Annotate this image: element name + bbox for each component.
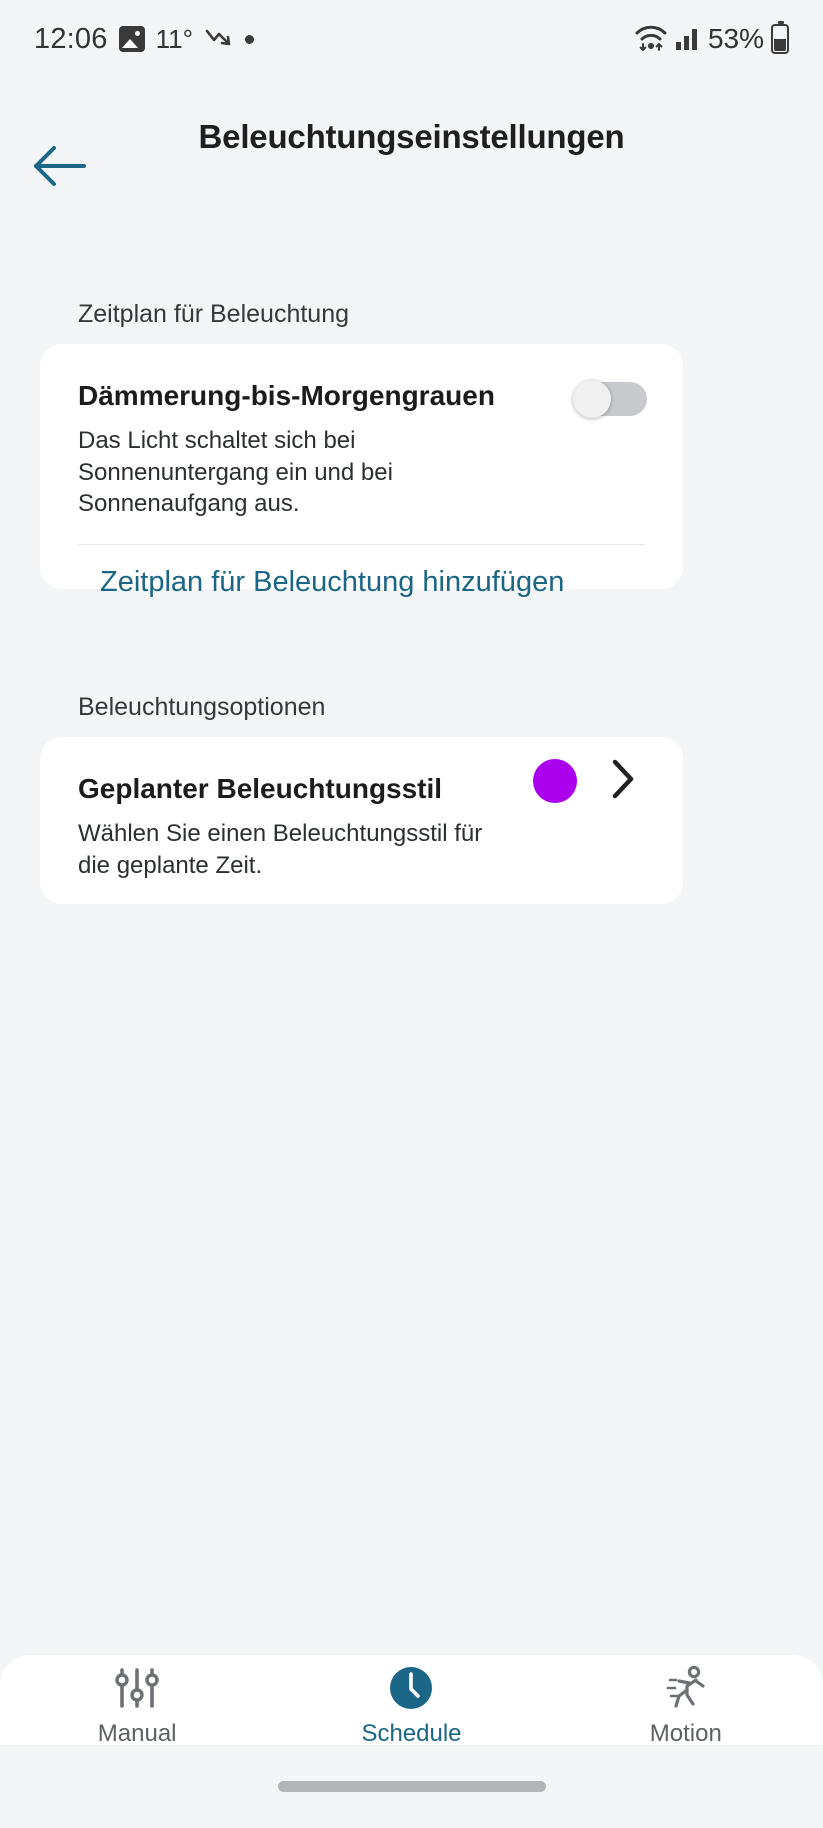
running-person-icon	[662, 1665, 710, 1711]
dusk-card-title: Dämmerung-bis-Morgengrauen	[78, 380, 495, 411]
card-scheduled-lighting-style[interactable]: Geplanter Beleuchtungsstil Wählen Sie ei…	[40, 737, 683, 904]
status-dot-icon	[244, 34, 254, 44]
style-card-body: Geplanter Beleuchtungsstil Wählen Sie ei…	[40, 737, 683, 881]
nav-label-motion: Motion	[649, 1720, 722, 1747]
nav-label-schedule: Schedule	[361, 1720, 462, 1747]
battery-icon	[771, 21, 789, 54]
clock-icon	[388, 1665, 434, 1711]
section-label-schedule: Zeitplan für Beleuchtung	[78, 300, 350, 328]
status-bar: 12:06 11° 53%	[0, 0, 823, 78]
style-card-chevron-button[interactable]	[601, 757, 645, 805]
dusk-to-dawn-toggle[interactable]	[573, 380, 649, 418]
dusk-card-body: Dämmerung-bis-Morgengrauen Das Licht sch…	[40, 344, 683, 520]
home-indicator-area	[0, 1745, 823, 1828]
status-bar-right: 53%	[634, 21, 789, 57]
chevron-right-icon	[610, 758, 636, 805]
nav-item-schedule[interactable]: Schedule	[311, 1665, 511, 1748]
nav-item-manual[interactable]: Manual	[37, 1665, 237, 1748]
card-divider	[78, 544, 645, 545]
nav-item-motion[interactable]: Motion	[586, 1665, 786, 1748]
bottom-navigation-bar: Manual Schedule Motion	[0, 1655, 823, 1748]
cellular-signal-icon	[675, 23, 701, 56]
section-label-lighting-options: Beleuchtungsoptionen	[78, 693, 326, 721]
page-header: Beleuchtungseinstellungen	[0, 88, 823, 208]
page-title: Beleuchtungseinstellungen	[198, 118, 625, 155]
home-indicator[interactable]	[277, 1781, 546, 1792]
sliders-icon	[111, 1665, 163, 1711]
card-dusk-to-dawn: Dämmerung-bis-Morgengrauen Das Licht sch…	[40, 344, 683, 598]
wifi-icon	[634, 22, 668, 57]
dusk-card-description: Das Licht schaltet sich bei Sonnenunterg…	[78, 426, 393, 518]
status-temperature: 11°	[155, 23, 193, 54]
status-time: 12:06	[34, 22, 108, 55]
nav-label-manual: Manual	[97, 1720, 177, 1747]
status-bar-left: 12:06 11°	[34, 23, 254, 56]
image-icon	[118, 26, 145, 52]
battery-percent-label: 53%	[707, 23, 764, 54]
style-card-title: Geplanter Beleuchtungsstil	[78, 773, 443, 804]
toggle-thumb	[573, 380, 611, 418]
add-lighting-schedule-link[interactable]: Zeitplan für Beleuchtung hinzufügen	[100, 563, 600, 602]
style-card-description: Wählen Sie einen Beleuchtungsstil für di…	[78, 819, 483, 879]
weather-trend-icon	[204, 25, 234, 54]
lighting-color-swatch[interactable]	[533, 759, 577, 803]
